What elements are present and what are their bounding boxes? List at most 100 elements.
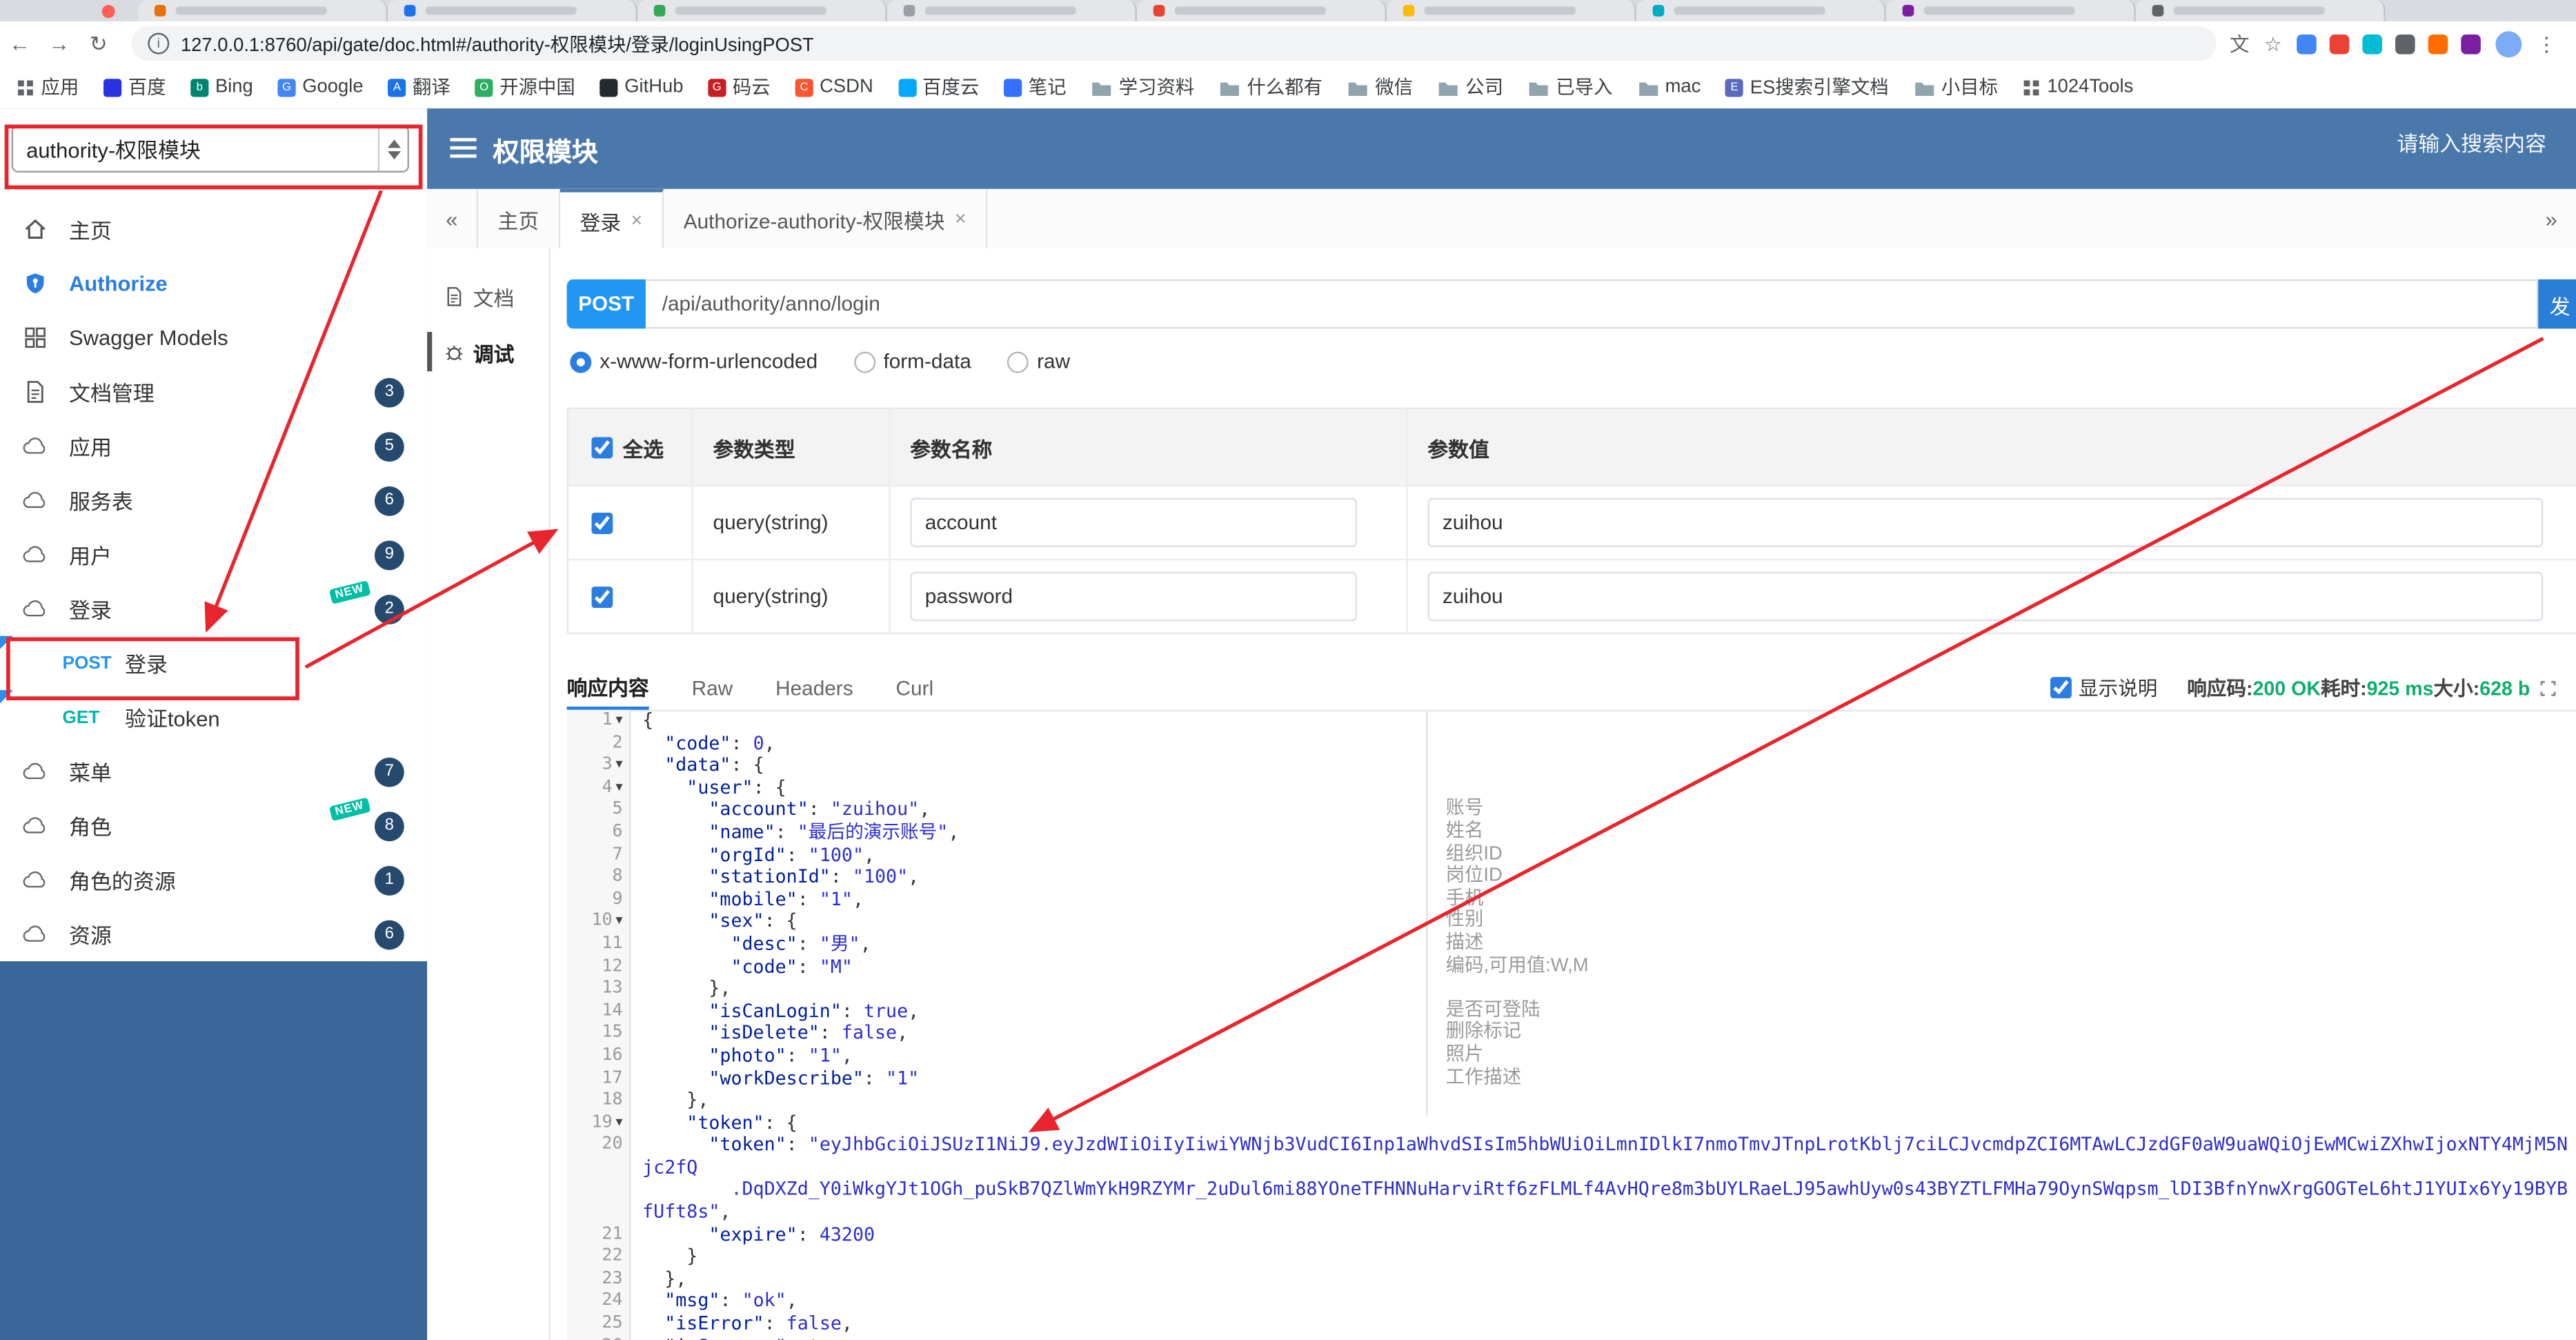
browser-tab[interactable] (637, 0, 887, 21)
response-tab-Headers[interactable]: Headers (775, 665, 853, 709)
star-icon[interactable]: ☆ (2264, 32, 2282, 55)
bookmark-item[interactable]: 微信 (1347, 74, 1413, 100)
code-text: "data": { (664, 754, 764, 776)
param-name-input[interactable] (910, 497, 1358, 547)
browser-tab[interactable] (138, 0, 388, 21)
sidebar-item-角色[interactable]: 角色 NEW 8 (0, 797, 427, 853)
bookmark-item[interactable]: G Google (277, 77, 364, 97)
sidebar-item-角色的资源[interactable]: 角色的资源 1 (0, 853, 427, 907)
bookmark-item[interactable]: 已导入 (1528, 74, 1612, 100)
sidebar-item-资源[interactable]: 资源 6 (0, 907, 427, 962)
workspace-tab[interactable]: Authorize-authority-权限模块 × (664, 188, 988, 248)
browser-tab[interactable] (1386, 0, 1636, 21)
bookmark-item[interactable]: 笔记 (1004, 74, 1067, 100)
param-value-input[interactable] (1427, 497, 2544, 547)
param-value-input[interactable] (1427, 571, 2544, 622)
workspace-tab[interactable]: 登录 × (560, 188, 664, 248)
doc-nav-调试[interactable]: 调试 (427, 324, 548, 380)
tabs-scroll-left-icon[interactable]: « (427, 189, 476, 248)
show-description-toggle[interactable]: 显示说明 (2050, 673, 2157, 701)
request-url-field[interactable]: /api/authority/anno/login (645, 279, 2539, 329)
menu-kebab-icon[interactable]: ⋮ (2537, 32, 2557, 55)
close-window-button[interactable] (101, 5, 115, 19)
close-tab-icon[interactable]: × (631, 208, 643, 231)
sidebar-item-Authorize[interactable]: Authorize (0, 256, 427, 311)
extension-icon[interactable] (2428, 33, 2448, 54)
doc-nav-文档[interactable]: 文档 (427, 268, 548, 324)
param-name-input[interactable] (910, 571, 1358, 622)
sidebar-item-文档管理[interactable]: 文档管理 3 (0, 365, 427, 420)
radio-icon[interactable] (570, 351, 592, 373)
bookmark-item[interactable]: O 开源中国 (475, 74, 575, 100)
fold-arrow-icon[interactable]: ▼ (615, 911, 622, 933)
content-type-option[interactable]: form-data (853, 350, 971, 373)
site-info-icon[interactable]: i (148, 32, 170, 55)
close-tab-icon[interactable]: × (955, 207, 967, 230)
sidebar-item-Swagger Models[interactable]: Swagger Models (0, 311, 427, 365)
extension-icon[interactable] (2297, 33, 2317, 54)
radio-icon[interactable] (1007, 351, 1029, 373)
bookmark-item[interactable]: 百度云 (898, 74, 979, 100)
response-tab-Raw[interactable]: Raw (692, 665, 733, 709)
browser-tab[interactable] (1885, 0, 2136, 21)
sidebar-item-服务表[interactable]: 服务表 6 (0, 473, 427, 528)
param-checkbox[interactable] (591, 585, 613, 607)
bookmark-item[interactable]: 学习资料 (1091, 74, 1194, 100)
back-icon[interactable]: ← (0, 31, 39, 56)
browser-tab[interactable] (1136, 0, 1387, 21)
bookmark-item[interactable]: 公司 (1438, 74, 1503, 100)
response-body-editor[interactable]: 1 ▼{2 "code": 0, 3 ▼ "data": {4 ▼ "user": {5… (566, 709, 2576, 1340)
extension-icon[interactable] (2329, 33, 2350, 54)
tabs-scroll-right-icon[interactable]: » (2527, 189, 2576, 248)
browser-tab[interactable] (1636, 0, 1886, 21)
response-tab-响应内容[interactable]: 响应内容 (566, 665, 649, 710)
content-type-option[interactable]: raw (1007, 350, 1070, 373)
sidebar-item-用户[interactable]: 用户 9 (0, 527, 427, 582)
bookmark-item[interactable]: A 翻译 (388, 74, 450, 100)
response-tab-Curl[interactable]: Curl (896, 665, 934, 709)
search-input[interactable] (2280, 130, 2550, 158)
bookmark-item[interactable]: 1024Tools (2023, 77, 2133, 97)
fullscreen-icon[interactable] (2540, 680, 2557, 696)
extension-icon[interactable] (2395, 33, 2415, 54)
bookmark-item[interactable]: 百度 (103, 74, 166, 100)
browser-tab[interactable] (886, 0, 1137, 21)
sidebar-item-get-验证token[interactable]: GET 验证token (0, 690, 427, 745)
fold-arrow-icon[interactable]: ▼ (615, 755, 622, 777)
sidebar-item-应用[interactable]: 应用 5 (0, 419, 427, 473)
address-bar[interactable]: i 127.0.0.1:8760/api/gate/doc.html#/auth… (131, 26, 2217, 61)
bookmark-item[interactable]: b Bing (190, 77, 253, 97)
sidebar-item-post-登录[interactable]: POST 登录 (0, 635, 427, 691)
sidebar-item-登录[interactable]: 登录 NEW 2 (0, 580, 427, 636)
bookmark-item[interactable]: E ES搜索引擎文档 (1725, 74, 1889, 100)
bookmark-item[interactable]: GitHub (600, 77, 683, 97)
browser-tab[interactable] (388, 0, 637, 21)
radio-icon[interactable] (853, 351, 875, 373)
menu-toggle-icon[interactable] (450, 138, 477, 158)
translate-icon[interactable]: 文 (2230, 30, 2250, 57)
module-select[interactable]: authority-权限模块 (11, 124, 409, 173)
browser-tab[interactable] (2135, 0, 2386, 21)
fold-arrow-icon[interactable]: ▼ (615, 1112, 622, 1134)
send-button[interactable]: 发 (2538, 279, 2576, 329)
bookmark-item[interactable]: G 码云 (708, 74, 771, 100)
param-checkbox[interactable] (591, 511, 613, 533)
bookmark-item[interactable]: C CSDN (795, 77, 873, 97)
extension-icon[interactable] (2461, 33, 2481, 54)
workspace-tab[interactable]: 主页 (476, 188, 561, 248)
extension-icon[interactable] (2362, 33, 2383, 54)
bookmark-item[interactable]: 应用 (17, 74, 79, 100)
bookmark-item[interactable]: 小目标 (1913, 74, 1998, 100)
bookmark-item[interactable]: 什么都有 (1219, 74, 1322, 100)
sidebar-item-主页[interactable]: 主页 (0, 202, 427, 257)
select-all-checkbox[interactable] (591, 436, 613, 458)
content-type-option[interactable]: x-www-form-urlencoded (570, 350, 818, 373)
fold-arrow-icon[interactable]: ▼ (615, 777, 622, 799)
reload-icon[interactable]: ↻ (79, 30, 118, 57)
forward-icon[interactable]: → (39, 31, 79, 56)
profile-avatar[interactable] (2495, 30, 2522, 57)
show-description-checkbox[interactable] (2050, 677, 2072, 699)
sidebar-item-菜单[interactable]: 菜单 7 (0, 745, 427, 799)
bookmark-item[interactable]: mac (1637, 77, 1701, 97)
fold-arrow-icon[interactable]: ▼ (615, 710, 622, 732)
